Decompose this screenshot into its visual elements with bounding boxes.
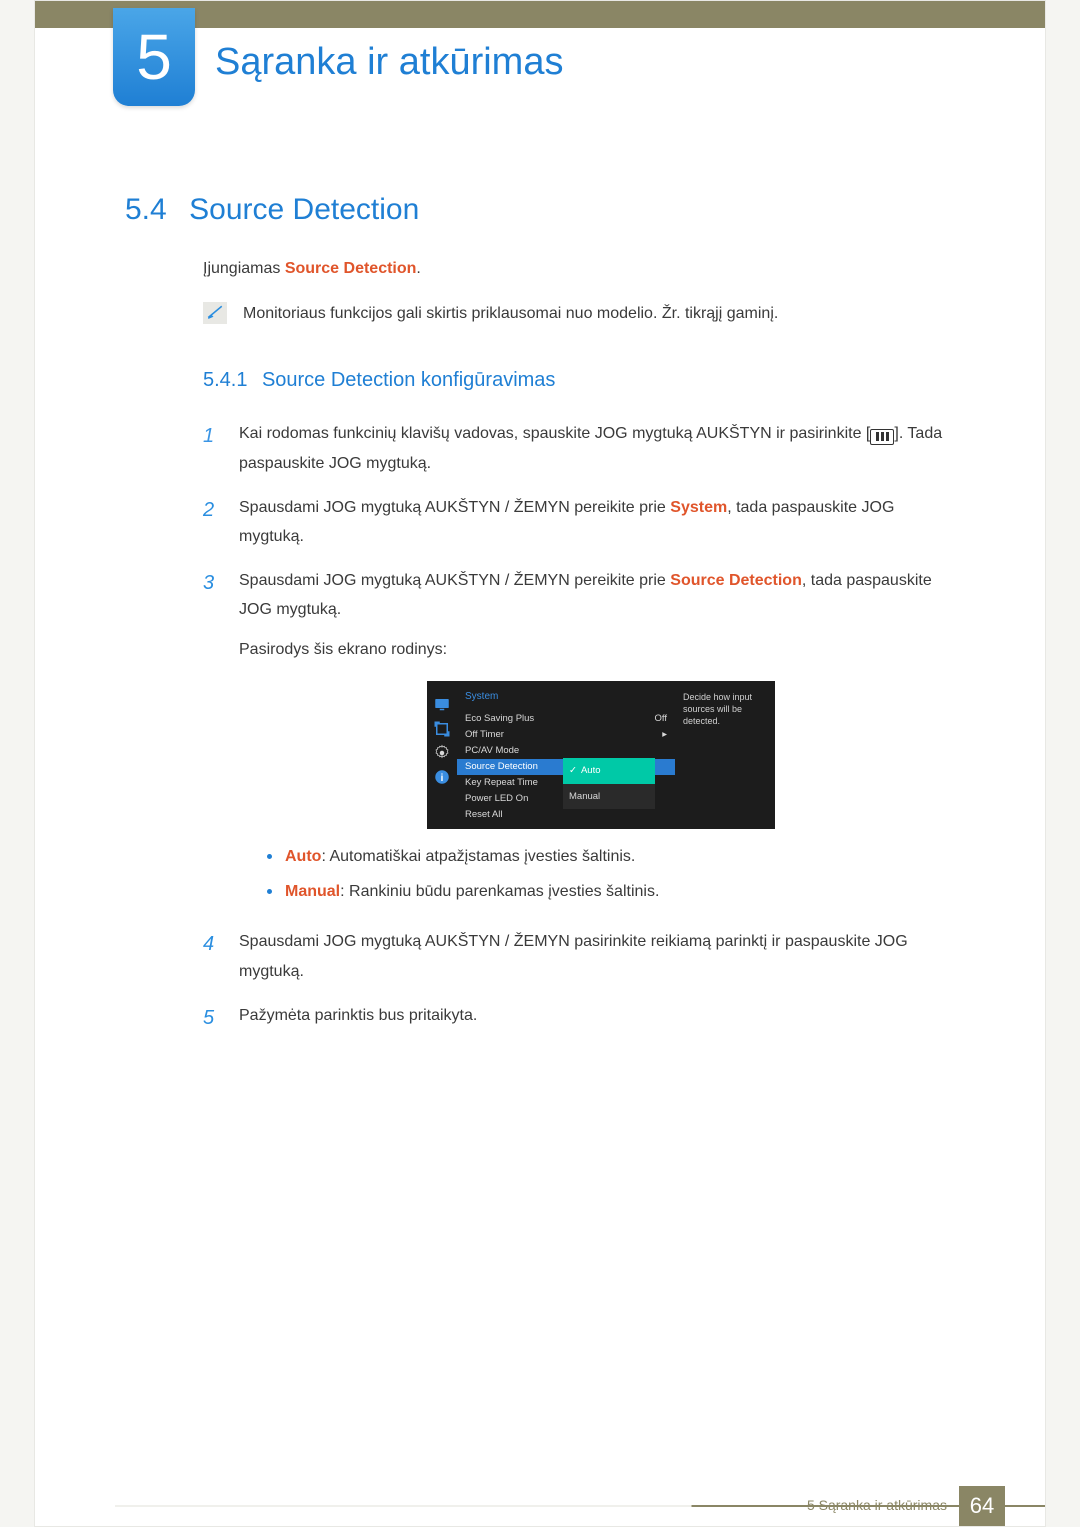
section-heading: 5.4 Source Detection — [125, 193, 419, 227]
osd-popup-auto: ✓Auto — [563, 758, 655, 784]
note: Monitoriaus funkcijos gali skirtis prikl… — [203, 300, 963, 327]
osd-menu-header: System — [457, 681, 675, 712]
step-number: 4 — [203, 927, 221, 986]
text: Pasirodys šis ekrano rodinys: — [239, 635, 963, 665]
monitor-icon — [433, 697, 451, 713]
label: Auto — [581, 762, 601, 780]
steps: 1 Kai rodomas funkcinių klavišų vadovas,… — [203, 419, 963, 1034]
note-icon — [203, 302, 227, 324]
step-5: 5 Pažymėta parinktis bus pritaikyta. — [203, 1001, 963, 1035]
step-2: 2 Spausdami JOG mygtuką AUKŠTYN / ŽEMYN … — [203, 493, 963, 552]
text: Kai rodomas funkcinių klavišų vadovas, s… — [239, 425, 870, 442]
chapter-number: 5 — [136, 20, 172, 94]
subsection-heading: 5.4.1 Source Detection konfigūravimas — [203, 363, 963, 397]
label: Reset All — [465, 806, 503, 824]
step-4: 4 Spausdami JOG mygtuką AUKŠTYN / ŽEMYN … — [203, 927, 963, 986]
osd-item-offtimer: Off Timer ▸ — [457, 727, 675, 743]
step-number: 5 — [203, 1001, 221, 1035]
value: Off — [655, 710, 668, 728]
label: Off Timer — [465, 726, 504, 744]
menu-icon — [870, 429, 894, 445]
em: Manual — [285, 883, 340, 900]
section-number: 5.4 — [125, 193, 167, 227]
osd-screenshot: i System Eco Saving Plus Off Off Timer ▸ P… — [427, 681, 775, 830]
page: 5 Sąranka ir atkūrimas 5.4 Source Detect… — [34, 0, 1046, 1527]
osd-sidebar: i — [427, 681, 457, 830]
body: Įjungiamas Source Detection. Monitoriaus… — [203, 255, 963, 1049]
info-icon: i — [433, 769, 451, 785]
intro-suffix: . — [416, 260, 420, 277]
label: PC/AV Mode — [465, 742, 519, 760]
step-body: Pažymėta parinktis bus pritaikyta. — [239, 1001, 963, 1035]
value: ▸ — [662, 726, 667, 744]
step-body: Spausdami JOG mygtuką AUKŠTYN / ŽEMYN pe… — [239, 566, 963, 914]
osd-item-pcav: PC/AV Mode — [457, 743, 675, 759]
em: Source Detection — [670, 572, 802, 589]
footer: 5 Sąranka ir atkūrimas 64 — [35, 1486, 1045, 1526]
section-title: Source Detection — [189, 193, 419, 227]
em: Auto — [285, 848, 321, 865]
gear-icon — [433, 745, 451, 761]
label: Eco Saving Plus — [465, 710, 534, 728]
label: Manual — [569, 788, 600, 806]
step-number: 1 — [203, 419, 221, 478]
bullet-list: Auto: Automatiškai atpažįstamas įvesties… — [267, 843, 963, 905]
step-body: Spausdami JOG mygtuką AUKŠTYN / ŽEMYN pa… — [239, 927, 963, 986]
subsection-number: 5.4.1 — [203, 369, 247, 391]
note-text: Monitoriaus funkcijos gali skirtis prikl… — [243, 300, 963, 327]
osd-item-eco: Eco Saving Plus Off — [457, 711, 675, 727]
step-number: 2 — [203, 493, 221, 552]
text: : Automatiškai atpažįstamas įvesties šal… — [321, 848, 635, 865]
step-3: 3 Spausdami JOG mygtuką AUKŠTYN / ŽEMYN … — [203, 566, 963, 914]
osd-menu: System Eco Saving Plus Off Off Timer ▸ PC/… — [457, 681, 675, 830]
label: Power LED On — [465, 790, 528, 808]
osd-help-text: Decide how input sources will be detecte… — [675, 681, 775, 830]
intro-prefix: Įjungiamas — [203, 260, 285, 277]
text: : Rankiniu būdu parenkamas įvesties šalt… — [340, 883, 659, 900]
step-number: 3 — [203, 566, 221, 914]
resize-icon — [433, 721, 451, 737]
text: Spausdami JOG mygtuką AUKŠTYN / ŽEMYN pe… — [239, 499, 670, 516]
step-body: Spausdami JOG mygtuką AUKŠTYN / ŽEMYN pe… — [239, 493, 963, 552]
chapter-title: Sąranka ir atkūrimas — [215, 41, 563, 84]
intro-em: Source Detection — [285, 260, 417, 277]
osd-popup: ✓Auto Manual — [563, 758, 655, 809]
footer-page-number: 64 — [959, 1486, 1005, 1526]
bullet-manual: Manual: Rankiniu būdu parenkamas įvestie… — [267, 878, 963, 905]
text: Spausdami JOG mygtuką AUKŠTYN / ŽEMYN pe… — [239, 572, 670, 589]
label: Key Repeat Time — [465, 774, 538, 792]
chapter-badge: 5 — [113, 8, 195, 106]
svg-text:i: i — [441, 772, 444, 783]
osd-item-reset: Reset All — [457, 807, 675, 823]
check-icon: ✓ — [569, 762, 577, 780]
intro-line: Įjungiamas Source Detection. — [203, 255, 963, 282]
step-body: Kai rodomas funkcinių klavišų vadovas, s… — [239, 419, 963, 478]
step-1: 1 Kai rodomas funkcinių klavišų vadovas,… — [203, 419, 963, 478]
bullet-auto: Auto: Automatiškai atpažįstamas įvesties… — [267, 843, 963, 870]
osd-popup-manual: Manual — [563, 784, 655, 810]
osd-items: Eco Saving Plus Off Off Timer ▸ PC/AV Mode… — [457, 711, 675, 829]
subsection-title: Source Detection konfigūravimas — [262, 369, 555, 391]
em: System — [670, 499, 727, 516]
label: Source Detection — [465, 758, 538, 776]
footer-chapter: 5 Sąranka ir atkūrimas — [807, 1497, 947, 1516]
